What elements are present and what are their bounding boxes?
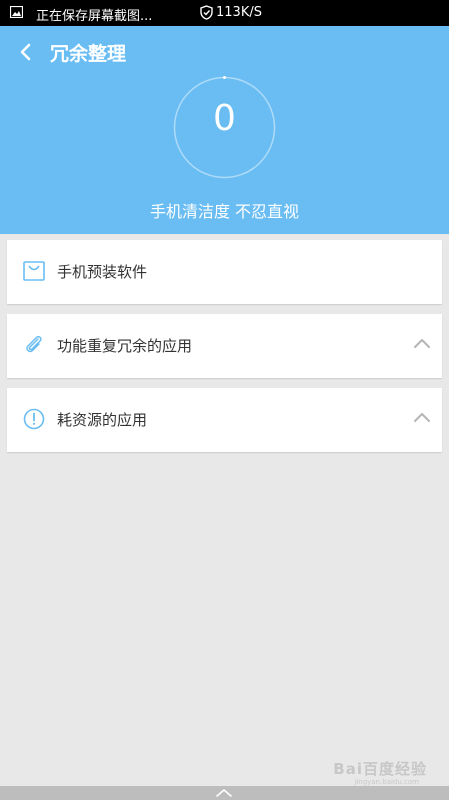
image-icon	[10, 6, 23, 18]
shield-icon	[200, 5, 213, 20]
exclamation-circle-icon	[23, 408, 45, 430]
watermark-brand: Bai百度经验	[333, 760, 427, 778]
paperclip-icon	[26, 335, 42, 353]
card-label: 功能重复冗余的应用	[57, 337, 193, 355]
chevron-up-icon[interactable]	[412, 336, 432, 350]
chevron-up-icon[interactable]	[214, 788, 234, 798]
card-preinstalled-apps[interactable]: 手机预装软件	[7, 240, 442, 304]
network-speed: 113K/S	[216, 5, 262, 20]
status-bar: 正在保存屏幕截图... 113K/S	[0, 0, 449, 26]
header: 冗余整理 0 手机清洁度 不忍直视	[0, 26, 449, 234]
watermark-url: jingyan.baidu.com	[354, 778, 419, 786]
cleanliness-score: 0	[213, 98, 236, 139]
card-label: 手机预装软件	[57, 263, 148, 281]
back-arrow-icon[interactable]	[14, 40, 38, 64]
notification-text: 正在保存屏幕截图...	[36, 9, 153, 24]
shopping-bag-icon	[23, 261, 45, 281]
card-label: 耗资源的应用	[57, 411, 148, 429]
bottom-drawer-bar	[0, 786, 449, 800]
card-redundant-apps[interactable]: 功能重复冗余的应用	[7, 314, 442, 378]
chevron-up-icon[interactable]	[412, 410, 432, 424]
cleanliness-caption: 手机清洁度 不忍直视	[149, 202, 300, 221]
page-title: 冗余整理	[50, 43, 127, 65]
card-resource-heavy-apps[interactable]: 耗资源的应用	[7, 388, 442, 452]
